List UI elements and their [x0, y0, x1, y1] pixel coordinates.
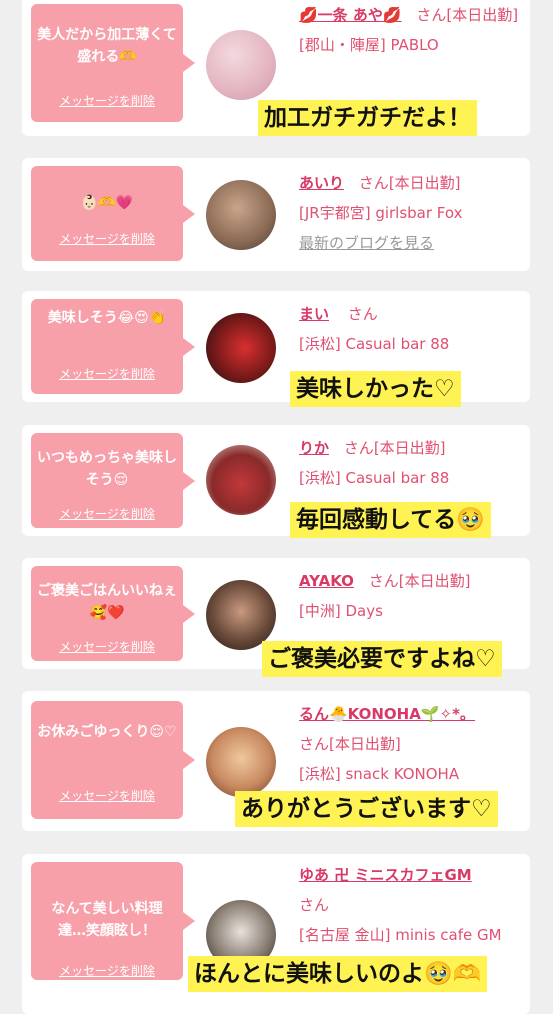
cast-name-link[interactable]: あいり	[299, 174, 344, 192]
message-bubble: ご褒美ごはんいいねぇ🥰❤️ メッセージを削除	[31, 566, 195, 661]
store-label: [浜松] Casual bar 88	[299, 335, 450, 353]
message-text: 美味しそう😂😍👏	[47, 310, 167, 326]
message-text: いつもめっちゃ美味しそう😌	[37, 450, 177, 488]
honorific: さん	[343, 439, 374, 457]
avatar[interactable]	[206, 180, 276, 250]
message-card: 👶🏻🫶💗 メッセージを削除 あいり さん[本日出勤] [JR宇都宮] girls…	[22, 158, 530, 271]
message-bubble: いつもめっちゃ美味しそう😌 メッセージを削除	[31, 433, 195, 528]
avatar[interactable]	[206, 313, 276, 383]
message-bubble: なんて美しい料理達…笑顔眩し！ メッセージを削除	[31, 862, 195, 980]
cast-name-link[interactable]: ゆあ 卍 ミニスカフェGM	[299, 866, 472, 884]
caption-overlay: 美味しかった♡	[290, 371, 461, 407]
honorific: さん	[347, 305, 378, 323]
cast-info: AYAKO さん[本日出勤] [中洲] Days	[299, 566, 524, 626]
honorific: さん	[368, 572, 399, 590]
cast-info: まい さん [浜松] Casual bar 88	[299, 299, 524, 359]
status-label: [本日出勤]	[446, 6, 519, 24]
message-bubble: 👶🏻🫶💗 メッセージを削除	[31, 166, 195, 261]
avatar[interactable]	[206, 580, 276, 650]
cast-name-link[interactable]: AYAKO	[299, 572, 354, 590]
cast-info: 💋一条 あや💋 さん[本日出勤] [郡山・陣屋] PABLO	[299, 0, 524, 60]
delete-message-link[interactable]: メッセージを削除	[31, 638, 183, 655]
store-label: [JR宇都宮] girlsbar Fox	[299, 204, 463, 222]
message-bubble: お休みごゆっくり😌♡ メッセージを削除	[31, 701, 195, 819]
store-label: [浜松] Casual bar 88	[299, 469, 450, 487]
message-text: ご褒美ごはんいいねぇ🥰❤️	[37, 583, 177, 621]
delete-message-link[interactable]: メッセージを削除	[31, 962, 183, 979]
cast-info: りか さん[本日出勤] [浜松] Casual bar 88	[299, 433, 524, 493]
honorific: さん	[416, 6, 447, 24]
store-label: [名古屋 金山] minis cafe GM	[299, 926, 502, 944]
status-label: [本日出勤]	[388, 174, 461, 192]
delete-message-link[interactable]: メッセージを削除	[31, 92, 183, 109]
cast-info: ゆあ 卍 ミニスカフェGM さん [名古屋 金山] minis cafe GM	[299, 860, 524, 950]
status-label: [本日出勤]	[398, 572, 471, 590]
status-label: [本日出勤]	[373, 439, 446, 457]
honorific: さん	[299, 896, 330, 914]
delete-message-link[interactable]: メッセージを削除	[31, 365, 183, 382]
cast-info: あいり さん[本日出勤] [JR宇都宮] girlsbar Fox 最新のブログ…	[299, 168, 524, 258]
caption-overlay: ほんとに美味しいのよ🥹🫶	[188, 956, 488, 992]
message-text: 美人だから加工薄くて盛れる🫶	[37, 27, 177, 65]
message-text: お休みごゆっくり😌♡	[37, 724, 177, 740]
message-bubble: 美人だから加工薄くて盛れる🫶 メッセージを削除	[31, 4, 195, 122]
cast-name-link[interactable]: りか	[299, 439, 329, 457]
status-label: [本日出勤]	[329, 735, 401, 753]
caption-overlay: 毎回感動してる🥹	[290, 502, 491, 538]
store-label: [中洲] Days	[299, 602, 383, 620]
message-bubble: 美味しそう😂😍👏 メッセージを削除	[31, 299, 195, 394]
store-label: [浜松] snack KONOHA	[299, 765, 460, 783]
delete-message-link[interactable]: メッセージを削除	[31, 505, 183, 522]
delete-message-link[interactable]: メッセージを削除	[31, 230, 183, 247]
cast-name-link[interactable]: るん🐣KONOHA🌱✧*。	[299, 705, 475, 723]
delete-message-link[interactable]: メッセージを削除	[31, 787, 183, 804]
avatar[interactable]	[206, 727, 276, 797]
message-text: なんて美しい料理達…笑顔眩し！	[51, 901, 163, 939]
caption-overlay: ご褒美必要ですよね♡	[262, 641, 502, 677]
cast-name-link[interactable]: まい	[299, 305, 329, 323]
avatar[interactable]	[206, 30, 276, 100]
store-label: [郡山・陣屋] PABLO	[299, 36, 439, 54]
cast-name-link[interactable]: 💋一条 あや💋	[299, 6, 402, 24]
cast-info: るん🐣KONOHA🌱✧*。 さん[本日出勤] [浜松] snack KONOHA	[299, 699, 524, 789]
honorific: さん	[358, 174, 389, 192]
latest-blog-link[interactable]: 最新のブログを見る	[299, 234, 434, 252]
honorific: さん	[299, 735, 330, 753]
message-text: 👶🏻🫶💗	[80, 195, 134, 211]
avatar[interactable]	[206, 445, 276, 515]
caption-overlay: 加工ガチガチだよ！	[258, 100, 477, 136]
caption-overlay: ありがとうございます♡	[235, 791, 498, 827]
